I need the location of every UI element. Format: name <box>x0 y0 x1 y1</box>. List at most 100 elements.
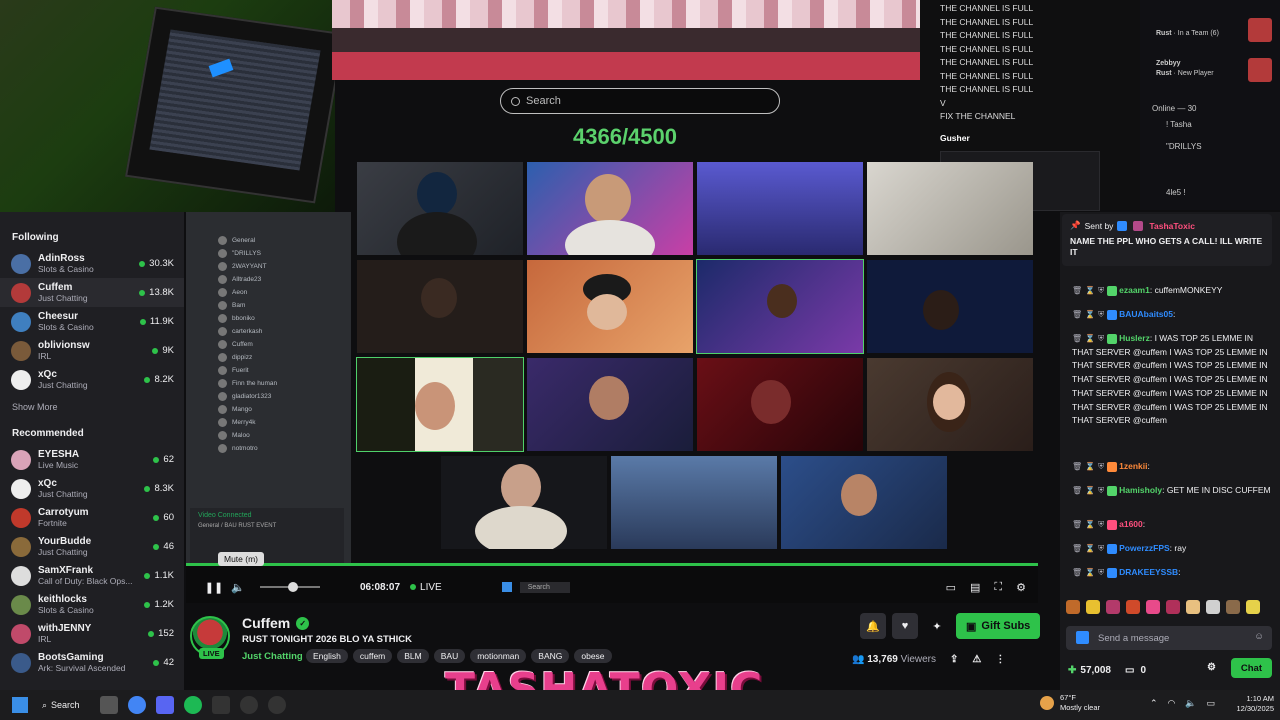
volume-icon[interactable]: 🔈 <box>1185 698 1196 709</box>
stream-tag[interactable]: obese <box>574 649 612 663</box>
emote-icon[interactable] <box>1086 600 1100 614</box>
timeout-icon[interactable]: ⌛ <box>1085 310 1095 319</box>
ban-icon[interactable]: ⛨ <box>1098 462 1104 471</box>
emote-icon[interactable] <box>1146 600 1160 614</box>
chrome-icon[interactable] <box>127 696 146 714</box>
emote-icon[interactable] <box>1246 600 1260 614</box>
theatre-icon[interactable]: ▤ <box>970 581 980 594</box>
weather-widget[interactable]: 67°F Mostly clear <box>1040 693 1100 713</box>
fullscreen-icon[interactable]: ⛶ <box>994 581 1002 594</box>
emote-icon[interactable] <box>1226 600 1240 614</box>
chat-username[interactable]: BAUAbaits05 <box>1119 309 1173 319</box>
explorer-icon[interactable] <box>99 696 118 714</box>
chat-username[interactable]: 1zenkii <box>1119 461 1147 471</box>
notification-button[interactable]: 🔔 <box>860 613 886 639</box>
delete-icon[interactable]: 🗑 <box>1072 544 1082 553</box>
taskbar-search[interactable]: ⌕ Search <box>42 700 80 711</box>
discord-icon[interactable] <box>155 696 174 714</box>
progress-bar[interactable] <box>186 563 1038 566</box>
pause-button[interactable]: ❚❚ <box>205 579 223 595</box>
timeout-icon[interactable]: ⌛ <box>1085 486 1095 495</box>
windows-start-icon[interactable] <box>12 697 28 713</box>
extras-button[interactable]: ✦ <box>924 613 950 639</box>
ban-icon[interactable]: ⛨ <box>1098 286 1104 295</box>
timeout-icon[interactable]: ⌛ <box>1085 334 1095 343</box>
pinned-by-user[interactable]: TashaToxic <box>1149 221 1195 231</box>
bits-icon[interactable] <box>1076 631 1089 644</box>
sidebar-channel-samxfrank[interactable]: SamXFrank Call of Duty: Black Ops... 1.1K <box>0 561 184 590</box>
app-icon[interactable] <box>211 696 230 714</box>
timeout-icon[interactable]: ⌛ <box>1085 544 1095 553</box>
clip-icon[interactable]: ▭ <box>946 581 956 594</box>
ban-icon[interactable]: ⛨ <box>1098 544 1104 553</box>
stream-tag[interactable]: cuffem <box>352 649 393 663</box>
search-input[interactable]: Search <box>500 88 780 114</box>
ban-icon[interactable]: ⛨ <box>1098 310 1104 319</box>
emote-icon[interactable] <box>1186 600 1200 614</box>
drops-icon[interactable]: ▭ <box>1125 665 1134 676</box>
share-icon[interactable]: ⇪ <box>950 654 958 665</box>
chat-username[interactable]: Hamisholy <box>1119 485 1162 495</box>
steam-icon[interactable] <box>267 696 286 714</box>
sidebar-channel-xqc[interactable]: xQc Just Chatting 8.3K <box>0 474 184 503</box>
chat-username[interactable]: DRAKEEYSSB <box>1119 567 1178 577</box>
volume-knob[interactable] <box>288 582 298 592</box>
report-icon[interactable]: ⚠ <box>972 654 981 665</box>
show-more-link[interactable]: Show More <box>0 394 184 414</box>
follow-button[interactable]: ♥ <box>892 613 918 639</box>
ban-icon[interactable]: ⛨ <box>1098 520 1104 529</box>
sidebar-channel-carrotyum[interactable]: Carrotyum Fortnite 60 <box>0 503 184 532</box>
ban-icon[interactable]: ⛨ <box>1098 486 1104 495</box>
timeout-icon[interactable]: ⌛ <box>1085 462 1095 471</box>
stream-tag[interactable]: BLM <box>397 649 429 663</box>
taskbar-clock[interactable]: 1:10 AM 12/30/2025 <box>1224 694 1274 714</box>
timeout-icon[interactable]: ⌛ <box>1085 568 1095 577</box>
emote-icon[interactable] <box>1126 600 1140 614</box>
emote-picker-icon[interactable]: ☺ <box>1254 631 1264 642</box>
delete-icon[interactable]: 🗑 <box>1072 286 1082 295</box>
chat-username[interactable]: Huslerz <box>1119 333 1150 343</box>
wifi-icon[interactable]: ◠ <box>1168 698 1176 709</box>
sidebar-channel-xqc[interactable]: xQc Just Chatting 8.2K <box>0 365 184 394</box>
delete-icon[interactable]: 🗑 <box>1072 310 1082 319</box>
chat-username[interactable]: PowerzzFPS <box>1119 543 1170 553</box>
stream-tag[interactable]: English <box>306 649 348 663</box>
sidebar-channel-yourbudde[interactable]: YourBudde Just Chatting 46 <box>0 532 184 561</box>
emote-icon[interactable] <box>1206 600 1220 614</box>
sidebar-channel-adinross[interactable]: AdinRoss Slots & Casino 30.3K <box>0 249 184 278</box>
sidebar-channel-bootsgaming[interactable]: BootsGaming Ark: Survival Ascended 42 <box>0 648 184 677</box>
sidebar-channel-oblivionsw[interactable]: oblivionsw IRL 9K <box>0 336 184 365</box>
chat-input[interactable]: Send a message ☺ <box>1066 626 1272 650</box>
settings-icon[interactable]: ⚙ <box>1016 581 1026 594</box>
battery-icon[interactable]: ▭ <box>1207 698 1216 709</box>
ban-icon[interactable]: ⛨ <box>1098 568 1104 577</box>
spotify-icon[interactable] <box>183 696 202 714</box>
stream-tag[interactable]: motionman <box>470 649 527 663</box>
sidebar-channel-cheesur[interactable]: Cheesur Slots & Casino 11.9K <box>0 307 184 336</box>
stream-tag[interactable]: BAU <box>433 649 466 663</box>
emote-icon[interactable] <box>1106 600 1120 614</box>
chat-send-button[interactable]: Chat <box>1230 658 1272 678</box>
delete-icon[interactable]: 🗑 <box>1072 462 1082 471</box>
chat-settings-icon[interactable]: ⚙ <box>1207 662 1216 673</box>
delete-icon[interactable]: 🗑 <box>1072 520 1082 529</box>
gift-subs-button[interactable]: ▣ Gift Subs <box>956 613 1041 639</box>
category-link[interactable]: Just Chatting <box>242 651 303 662</box>
chat-username[interactable]: ezaam1 <box>1119 285 1150 295</box>
sidebar-channel-withjenny[interactable]: withJENNY IRL 152 <box>0 619 184 648</box>
streamer-name[interactable]: Cuffem <box>242 615 290 631</box>
delete-icon[interactable]: 🗑 <box>1072 568 1082 577</box>
sidebar-channel-eyesha[interactable]: EYESHA Live Music 62 <box>0 445 184 474</box>
volume-slider[interactable] <box>260 582 320 592</box>
delete-icon[interactable]: 🗑 <box>1072 334 1082 343</box>
delete-icon[interactable]: 🗑 <box>1072 486 1082 495</box>
points-icon[interactable]: ✚ <box>1068 665 1076 676</box>
stream-tag[interactable]: BANG <box>531 649 570 663</box>
timeout-icon[interactable]: ⌛ <box>1085 286 1095 295</box>
volume-button[interactable]: 🔈 <box>230 579 246 595</box>
emote-icon[interactable] <box>1166 600 1180 614</box>
chevron-up-icon[interactable]: ⌃ <box>1150 698 1158 709</box>
emote-icon[interactable] <box>1066 600 1080 614</box>
chat-username[interactable]: a1600 <box>1119 519 1143 529</box>
more-icon[interactable]: ⋮ <box>995 654 1005 665</box>
